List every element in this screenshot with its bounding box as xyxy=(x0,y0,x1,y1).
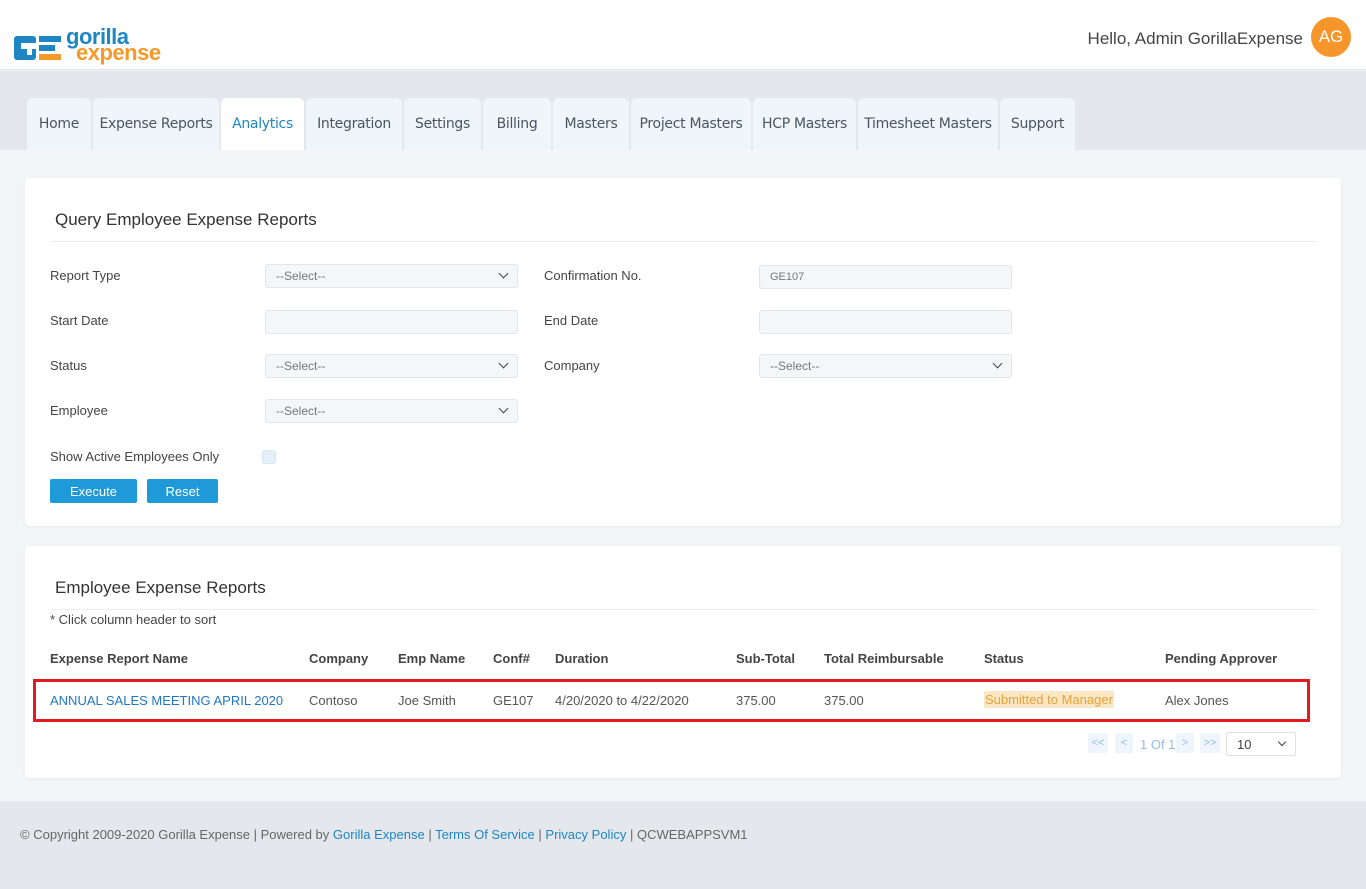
end-date-input[interactable] xyxy=(759,310,1012,334)
col-header-duration[interactable]: Duration xyxy=(555,651,608,666)
status-select[interactable]: --Select-- xyxy=(265,354,518,378)
confirmation-input[interactable]: GE107 xyxy=(759,265,1012,289)
copyright-text: Copyright 2009-2020 Gorilla Expense | Po… xyxy=(33,827,330,842)
report-type-value: --Select-- xyxy=(276,269,326,283)
col-header-pending-approver[interactable]: Pending Approver xyxy=(1165,651,1277,666)
last-page-button[interactable]: >> xyxy=(1200,733,1220,753)
active-only-checkbox[interactable] xyxy=(262,450,276,464)
reset-button[interactable]: Reset xyxy=(147,479,218,503)
prev-page-button[interactable]: < xyxy=(1115,733,1133,753)
results-title-divider xyxy=(50,609,1317,610)
tab-home[interactable]: Home xyxy=(27,98,91,150)
tab-timesheet-masters[interactable]: Timesheet Masters xyxy=(858,98,998,150)
col-header-status[interactable]: Status xyxy=(984,651,1024,666)
company-select[interactable]: --Select-- xyxy=(759,354,1012,378)
query-card xyxy=(25,178,1341,526)
tab-hcp-masters[interactable]: HCP Masters xyxy=(753,98,856,150)
row-emp-name: Joe Smith xyxy=(398,693,456,708)
footer-line: © Copyright 2009-2020 Gorilla Expense | … xyxy=(20,827,748,842)
tab-project-masters[interactable]: Project Masters xyxy=(631,98,751,150)
privacy-link[interactable]: Privacy Policy xyxy=(545,827,626,842)
logo-text-expense: expense xyxy=(76,40,161,65)
confirmation-value: GE107 xyxy=(770,271,805,283)
tab-integration[interactable]: Integration xyxy=(306,98,402,150)
start-date-input[interactable] xyxy=(265,310,518,334)
first-page-button[interactable]: << xyxy=(1088,733,1108,753)
top-header: gorilla expense Hello, Admin GorillaExpe… xyxy=(0,0,1366,70)
report-type-label: Report Type xyxy=(50,268,121,283)
footer: © Copyright 2009-2020 Gorilla Expense | … xyxy=(0,801,1366,889)
chevron-down-icon xyxy=(992,358,1003,369)
status-select-value: --Select-- xyxy=(276,359,326,373)
tab-settings[interactable]: Settings xyxy=(404,98,481,150)
col-header-total-reimbursable[interactable]: Total Reimbursable xyxy=(824,651,944,666)
tab-billing[interactable]: Billing xyxy=(483,98,551,150)
col-header-report-name[interactable]: Expense Report Name xyxy=(50,651,188,666)
logo-mark-icon xyxy=(14,36,61,60)
user-avatar[interactable]: AG xyxy=(1311,17,1351,57)
page-size-value: 10 xyxy=(1237,737,1252,752)
col-header-emp-name[interactable]: Emp Name xyxy=(398,651,465,666)
row-conf: GE107 xyxy=(493,693,534,708)
tab-expense-reports[interactable]: Expense Reports xyxy=(93,98,219,150)
page-indicator: 1 Of 1 xyxy=(1140,737,1176,752)
status-badge: Submitted to Manager xyxy=(984,691,1114,708)
employee-select[interactable]: --Select-- xyxy=(265,399,518,423)
active-only-label: Show Active Employees Only xyxy=(50,449,220,464)
row-pending-approver: Alex Jones xyxy=(1165,693,1229,708)
tab-analytics[interactable]: Analytics xyxy=(221,98,304,150)
end-date-label: End Date xyxy=(544,313,599,328)
tab-support[interactable]: Support xyxy=(1000,98,1075,150)
col-header-company[interactable]: Company xyxy=(309,651,368,666)
user-greeting: Hello, Admin GorillaExpense xyxy=(1087,29,1303,48)
gorilla-expense-logo[interactable]: gorilla expense xyxy=(14,24,166,66)
query-card-title: Query Employee Expense Reports xyxy=(55,210,317,229)
row-duration: 4/20/2020 to 4/22/2020 xyxy=(555,693,689,708)
footer-separator: | xyxy=(428,827,432,842)
report-type-select[interactable]: --Select-- xyxy=(265,264,518,288)
results-card-title: Employee Expense Reports xyxy=(55,578,266,597)
company-select-value: --Select-- xyxy=(770,359,820,373)
row-company: Contoso xyxy=(309,693,358,708)
logo-wordmark: gorilla expense xyxy=(66,24,166,66)
terms-link[interactable]: Terms Of Service xyxy=(435,827,535,842)
chevron-down-icon xyxy=(498,268,509,279)
status-label: Status xyxy=(50,358,87,373)
footer-separator: | xyxy=(538,827,542,842)
col-header-conf[interactable]: Conf# xyxy=(493,651,530,666)
company-label: Company xyxy=(544,358,600,373)
footer-separator: | xyxy=(629,827,634,842)
confirmation-label: Confirmation No. xyxy=(544,268,642,283)
chevron-down-icon xyxy=(498,403,509,414)
employee-label: Employee xyxy=(50,403,108,418)
main-nav: Home Expense Reports Analytics Integrati… xyxy=(0,71,1366,150)
chevron-down-icon xyxy=(498,358,509,369)
sort-hint: * Click column header to sort xyxy=(50,612,217,627)
row-sub-total: 375.00 xyxy=(736,693,776,708)
employee-select-value: --Select-- xyxy=(276,404,326,418)
start-date-label: Start Date xyxy=(50,313,109,328)
copyright-icon: © xyxy=(20,827,30,842)
page-size-select[interactable]: 10 xyxy=(1226,732,1296,756)
report-name-link[interactable]: ANNUAL SALES MEETING APRIL 2020 xyxy=(50,693,283,708)
tab-masters[interactable]: Masters xyxy=(553,98,629,150)
execute-button[interactable]: Execute xyxy=(50,479,137,503)
powered-by-link[interactable]: Gorilla Expense xyxy=(333,827,425,842)
row-total-reimbursable: 375.00 xyxy=(824,693,864,708)
server-name: QCWEBAPPSVM1 xyxy=(636,827,748,842)
col-header-sub-total[interactable]: Sub-Total xyxy=(736,651,795,666)
next-page-button[interactable]: > xyxy=(1176,733,1194,753)
query-title-divider xyxy=(50,241,1317,242)
chevron-down-icon xyxy=(1277,737,1287,747)
